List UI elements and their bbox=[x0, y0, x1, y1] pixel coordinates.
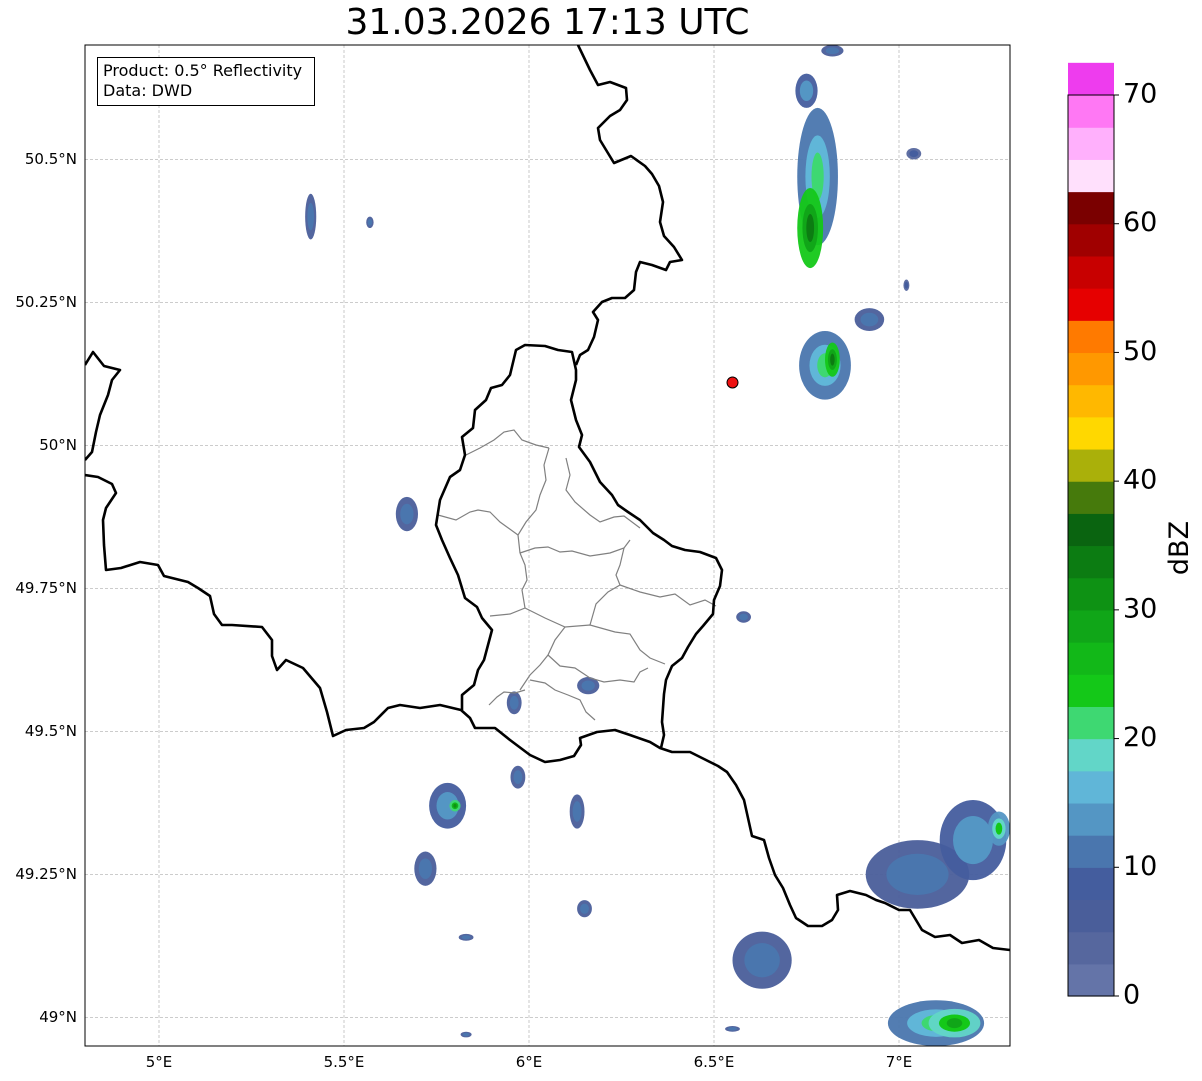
lat-tick-label: 49.25°N bbox=[15, 865, 77, 883]
colorbar-segment bbox=[1068, 62, 1114, 96]
lon-tick-label: 6.5°E bbox=[694, 1053, 735, 1071]
echo-cell bbox=[821, 45, 844, 57]
lon-tick-label: 5.5°E bbox=[324, 1053, 365, 1071]
colorbar-segment bbox=[1068, 191, 1114, 225]
colorbar-tick-label: 70 bbox=[1123, 79, 1157, 110]
colorbar-tick-label: 50 bbox=[1123, 336, 1157, 367]
colorbar-tick-label: 0 bbox=[1123, 980, 1140, 1011]
colorbar-segment bbox=[1068, 288, 1114, 321]
echo-cell bbox=[414, 851, 437, 886]
colorbar-segment bbox=[1068, 481, 1114, 514]
colorbar-segment bbox=[1068, 159, 1114, 193]
colorbar-segment bbox=[1068, 674, 1114, 707]
radar-map: 50.5°N 50.25°N 50°N 49.75°N 49.5°N 49.25°N 49°… bbox=[15, 44, 1195, 1071]
colorbar-segment bbox=[1068, 802, 1114, 836]
echo-cell bbox=[799, 331, 851, 400]
colorbar-segment bbox=[1068, 223, 1114, 257]
map-plot-area bbox=[85, 45, 1010, 1046]
lat-tick-label: 50.5°N bbox=[25, 150, 77, 168]
colorbar-segment bbox=[1068, 706, 1114, 740]
echo-cell bbox=[854, 308, 885, 331]
colorbar-segment bbox=[1068, 320, 1114, 354]
lat-tick-label: 49.75°N bbox=[15, 579, 77, 597]
echo-cell bbox=[305, 193, 317, 240]
colorbar-segment bbox=[1068, 352, 1114, 386]
echo-cell bbox=[987, 811, 1010, 846]
colorbar-segment bbox=[1068, 609, 1114, 643]
colorbar-segment bbox=[1068, 738, 1114, 772]
latitude-labels: 50.5°N 50.25°N 50°N 49.75°N 49.5°N 49.25°N 49°… bbox=[15, 150, 77, 1026]
longitude-labels: 5°E 5.5°E 6°E 6.5°E 7°E bbox=[146, 1053, 913, 1071]
echo-cell bbox=[825, 342, 840, 377]
echo-cell bbox=[736, 611, 751, 623]
colorbar-segment bbox=[1068, 545, 1114, 579]
echo-cell bbox=[569, 794, 585, 829]
colorbar-segment bbox=[1068, 963, 1114, 997]
echo-cell bbox=[928, 1008, 981, 1038]
colorbar-segment bbox=[1068, 384, 1114, 418]
echo-cell bbox=[449, 800, 461, 812]
colorbar-segment bbox=[1068, 448, 1114, 482]
lat-tick-label: 50°N bbox=[39, 436, 77, 454]
colorbar-segment bbox=[1068, 416, 1114, 450]
lon-tick-label: 6°E bbox=[516, 1053, 543, 1071]
colorbar-segment bbox=[1068, 931, 1114, 965]
echo-cell bbox=[903, 279, 910, 291]
echo-cell bbox=[906, 147, 922, 160]
echo-cell bbox=[366, 216, 374, 229]
data-source-label: Data: DWD bbox=[103, 81, 193, 100]
echo-cell bbox=[725, 1025, 740, 1032]
colorbar-segment bbox=[1068, 95, 1114, 128]
colorbar-ticks: 0 10 20 30 40 50 60 70 bbox=[1114, 79, 1157, 1011]
colorbar-segment bbox=[1068, 835, 1114, 868]
colorbar-tick-label: 30 bbox=[1123, 593, 1157, 624]
colorbar-segment bbox=[1068, 127, 1114, 160]
lat-tick-label: 50.25°N bbox=[15, 293, 77, 311]
colorbar-segment bbox=[1068, 770, 1114, 804]
lat-tick-label: 49.5°N bbox=[25, 722, 77, 740]
colorbar bbox=[1068, 62, 1114, 997]
radar-site-marker bbox=[726, 376, 739, 389]
echo-cell bbox=[506, 691, 522, 715]
colorbar-segment bbox=[1068, 513, 1114, 547]
echo-cell bbox=[458, 933, 474, 941]
product-info-box: Product: 0.5° Reflectivity Data: DWD bbox=[97, 57, 315, 106]
colorbar-segment bbox=[1068, 642, 1114, 675]
echo-cell bbox=[510, 765, 526, 789]
lon-tick-label: 7°E bbox=[886, 1053, 913, 1071]
colorbar-label: dBZ bbox=[1164, 521, 1195, 575]
echo-cell bbox=[795, 73, 818, 108]
echo-cell bbox=[460, 1031, 472, 1038]
colorbar-segment bbox=[1068, 577, 1114, 611]
colorbar-tick-label: 20 bbox=[1123, 722, 1157, 753]
echo-cell bbox=[732, 931, 792, 989]
colorbar-tick-label: 40 bbox=[1123, 465, 1157, 496]
product-label: Product: 0.5° Reflectivity bbox=[103, 61, 303, 80]
echo-cell bbox=[797, 188, 824, 269]
lat-tick-label: 49°N bbox=[39, 1008, 77, 1026]
lon-tick-label: 5°E bbox=[146, 1053, 173, 1071]
colorbar-tick-label: 10 bbox=[1123, 851, 1157, 882]
echo-cell bbox=[577, 900, 592, 918]
echo-cell bbox=[429, 782, 467, 829]
colorbar-tick-label: 60 bbox=[1123, 207, 1157, 238]
colorbar-segment bbox=[1068, 867, 1114, 901]
colorbar-segment bbox=[1068, 899, 1114, 933]
echo-cell bbox=[395, 496, 418, 532]
colorbar-segment bbox=[1068, 255, 1114, 289]
